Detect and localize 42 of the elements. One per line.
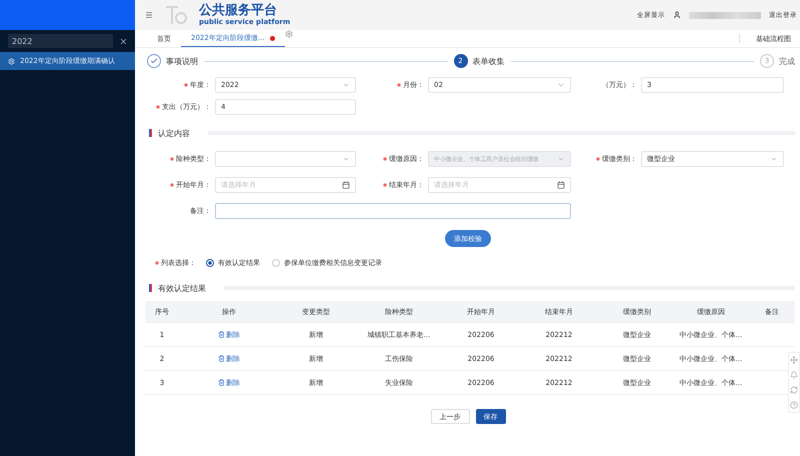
required-asterisk-icon xyxy=(383,157,387,161)
chevron-down-icon xyxy=(342,81,350,89)
section-flag-icon xyxy=(149,129,152,137)
chevron-down-icon xyxy=(770,155,778,163)
close-dot-icon[interactable] xyxy=(270,36,274,40)
input-field[interactable] xyxy=(215,203,571,219)
app-title: 公共服务平台 xyxy=(199,4,278,18)
user-icon xyxy=(673,11,681,19)
close-button[interactable] xyxy=(119,36,128,46)
gear-icon xyxy=(8,58,15,64)
required-asterisk-icon xyxy=(184,83,188,87)
required-asterisk-icon xyxy=(170,183,174,187)
step-label: 完成 xyxy=(779,56,795,66)
calendar-icon xyxy=(342,181,350,189)
menu-icon[interactable] xyxy=(145,11,153,19)
step-label: 表单收集 xyxy=(472,56,504,66)
calendar-icon xyxy=(557,181,565,189)
required-asterisk-icon xyxy=(170,157,174,161)
blurred-username xyxy=(689,12,761,18)
step-label: 事项说明 xyxy=(166,56,198,66)
refresh-icon[interactable] xyxy=(790,386,798,394)
required-asterisk-icon xyxy=(383,183,387,187)
bell-icon[interactable] xyxy=(790,371,798,379)
select-field[interactable] xyxy=(215,151,356,167)
help-icon[interactable] xyxy=(790,401,798,409)
trash-icon xyxy=(218,355,225,362)
trash-icon xyxy=(218,379,225,386)
section-flag-icon xyxy=(149,284,152,292)
section-title: 认定内容 xyxy=(158,128,190,138)
chevron-down-icon xyxy=(557,155,565,163)
radio-button[interactable] xyxy=(206,259,214,267)
trash-icon xyxy=(218,331,225,338)
required-asterisk-icon xyxy=(397,83,401,87)
required-asterisk-icon xyxy=(596,157,600,161)
chevron-down-icon xyxy=(557,81,565,89)
chevron-down-icon xyxy=(342,155,350,163)
required-asterisk-icon xyxy=(155,261,159,265)
search-field[interactable]: 2022 xyxy=(8,34,113,48)
move-icon[interactable] xyxy=(790,356,798,364)
section-title: 有效认定结果 xyxy=(158,282,206,294)
check-icon xyxy=(150,57,158,65)
required-asterisk-icon xyxy=(156,105,160,109)
